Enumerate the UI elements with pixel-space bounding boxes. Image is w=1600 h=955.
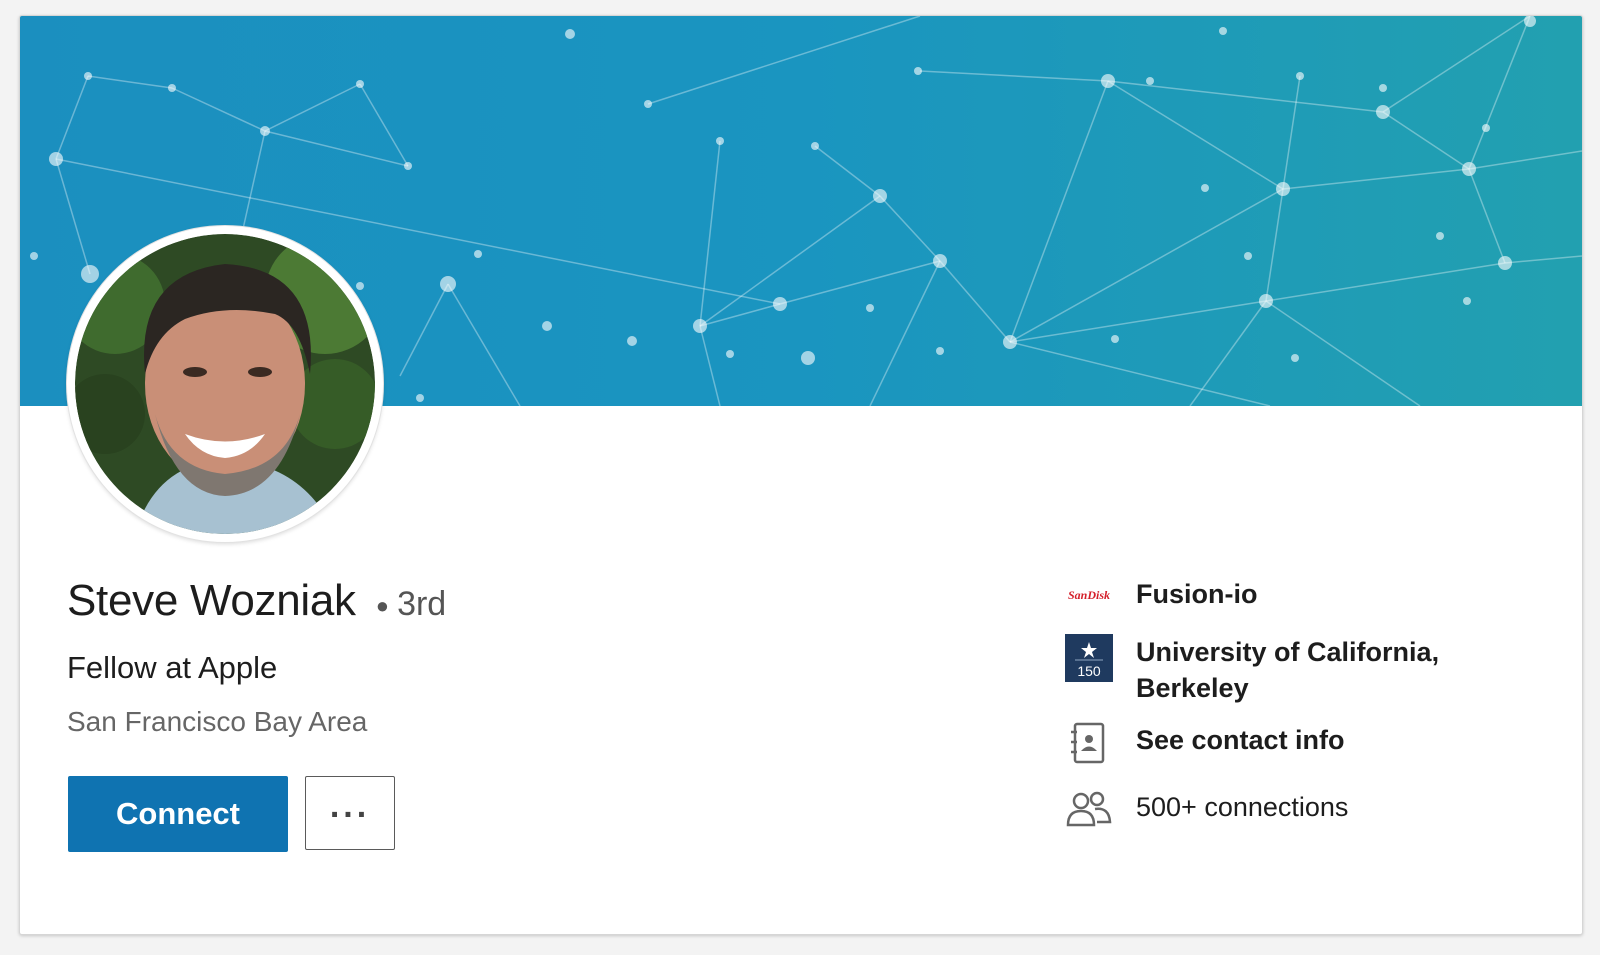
- sandisk-logo: SanDisk: [1067, 588, 1111, 602]
- sidebar-company[interactable]: SanDisk Fusion-io: [1064, 576, 1258, 612]
- profile-name: Steve Wozniak: [67, 576, 356, 625]
- profile-location: San Francisco Bay Area: [67, 706, 368, 737]
- profile-avatar[interactable]: [67, 226, 383, 542]
- contact-info-link[interactable]: See contact info: [1136, 722, 1345, 758]
- company-name: Fusion-io: [1136, 579, 1258, 609]
- connect-button[interactable]: Connect: [68, 776, 288, 852]
- profile-photo: [75, 234, 375, 534]
- more-actions-button[interactable]: ...: [305, 776, 395, 850]
- school-name-line1: University of California,: [1136, 637, 1440, 667]
- address-book-icon: [1064, 722, 1114, 764]
- profile-card: Steve Wozniak ● 3rd Fellow at Apple San F…: [19, 15, 1583, 935]
- school-name: University of California, Berkeley: [1136, 634, 1439, 706]
- bullet-dot: ●: [375, 593, 390, 619]
- ellipsis-icon: ...: [329, 787, 371, 825]
- berkeley-logo: 150: [1064, 634, 1114, 682]
- school-name-line2: Berkeley: [1136, 673, 1249, 703]
- connection-degree: ● 3rd: [376, 585, 446, 624]
- profile-headline: Fellow at Apple: [67, 650, 278, 685]
- people-icon: [1064, 789, 1114, 829]
- degree-label: 3rd: [397, 585, 447, 623]
- sidebar-contact-info[interactable]: See contact info: [1064, 722, 1345, 764]
- sidebar-connections[interactable]: 500+ connections: [1064, 789, 1348, 829]
- connections-count[interactable]: 500+ connections: [1136, 789, 1348, 825]
- sidebar-school[interactable]: 150 University of California, Berkeley: [1064, 634, 1439, 706]
- name-row: Steve Wozniak ● 3rd: [67, 576, 446, 626]
- svg-text:150: 150: [1077, 663, 1101, 679]
